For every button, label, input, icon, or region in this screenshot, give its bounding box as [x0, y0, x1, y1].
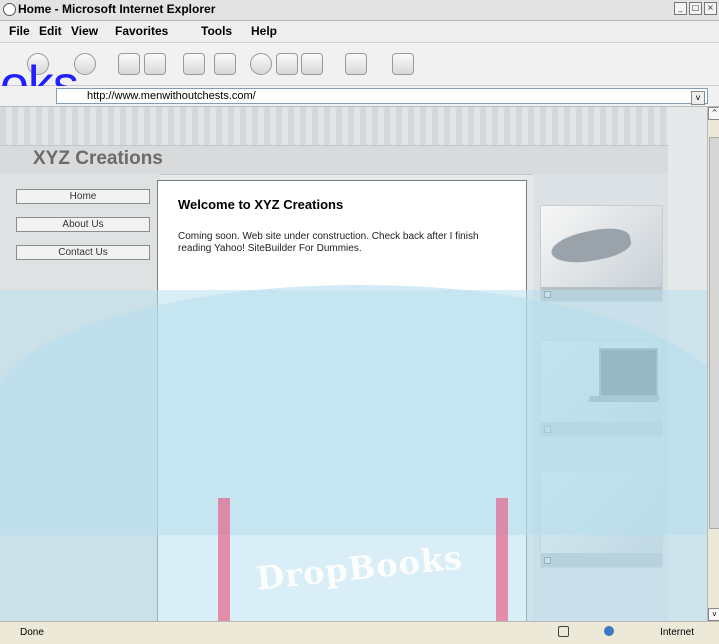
- menu-view[interactable]: View: [71, 24, 98, 38]
- handshake-photo: [541, 206, 662, 287]
- status-text-right: Internet: [660, 627, 694, 638]
- edit-icon[interactable]: [345, 53, 367, 75]
- menu-tools[interactable]: Tools: [201, 24, 232, 38]
- internet-explorer-icon: [3, 3, 16, 16]
- title-bar: Home - Microsoft Internet Explorer _ □ ×: [0, 0, 719, 21]
- status-bar: Done Internet: [0, 621, 719, 644]
- window-controls: _ □ ×: [674, 2, 717, 15]
- content-body: Coming soon. Web site under construction…: [178, 231, 479, 254]
- window-title: Home - Microsoft Internet Explorer: [18, 2, 216, 16]
- nav-contact-us-button[interactable]: Contact Us: [16, 245, 150, 260]
- scroll-up-icon[interactable]: ^: [708, 107, 719, 120]
- status-text-left: Done: [20, 627, 44, 638]
- lock-icon: [558, 626, 569, 637]
- minimize-button[interactable]: _: [674, 2, 687, 15]
- scroll-thumb[interactable]: [709, 137, 719, 529]
- chevron-down-icon[interactable]: v: [691, 91, 705, 105]
- favorites-icon[interactable]: [276, 53, 298, 75]
- nav-home-button[interactable]: Home: [16, 189, 150, 204]
- address-input[interactable]: http://www.menwithoutchests.com/ v: [56, 88, 708, 105]
- maximize-button[interactable]: □: [689, 2, 702, 15]
- refresh-icon[interactable]: [144, 53, 166, 75]
- menu-edit[interactable]: Edit: [39, 24, 62, 38]
- vertical-scrollbar[interactable]: ^ v: [707, 107, 719, 621]
- menu-bar: File Edit View Favorites Tools Help: [0, 21, 719, 43]
- stop-icon[interactable]: [118, 53, 140, 75]
- photo-card-handshake: [540, 205, 663, 302]
- messenger-icon[interactable]: [392, 53, 414, 75]
- site-name: XYZ Creations: [33, 148, 163, 169]
- media-icon[interactable]: [301, 53, 323, 75]
- watermark-stripe: [218, 498, 230, 626]
- menu-file[interactable]: File: [9, 24, 30, 38]
- address-url: http://www.menwithoutchests.com/: [87, 90, 256, 102]
- content-title: Welcome to XYZ Creations: [178, 197, 344, 212]
- globe-icon: [604, 626, 614, 636]
- toolbar: [0, 43, 719, 86]
- site-banner: XYZ Creations: [0, 145, 668, 175]
- home-icon[interactable]: [183, 53, 205, 75]
- header-pattern: [0, 107, 668, 145]
- history-icon[interactable]: [250, 53, 272, 75]
- menu-help[interactable]: Help: [251, 24, 277, 38]
- print-icon[interactable]: [214, 53, 236, 75]
- address-bar: http://www.menwithoutchests.com/ v: [0, 86, 719, 107]
- menu-favorites[interactable]: Favorites: [115, 24, 168, 38]
- watermark-stripe: [496, 498, 508, 626]
- nav-about-us-button[interactable]: About Us: [16, 217, 150, 232]
- close-button[interactable]: ×: [704, 2, 717, 15]
- scroll-down-icon[interactable]: v: [708, 608, 719, 621]
